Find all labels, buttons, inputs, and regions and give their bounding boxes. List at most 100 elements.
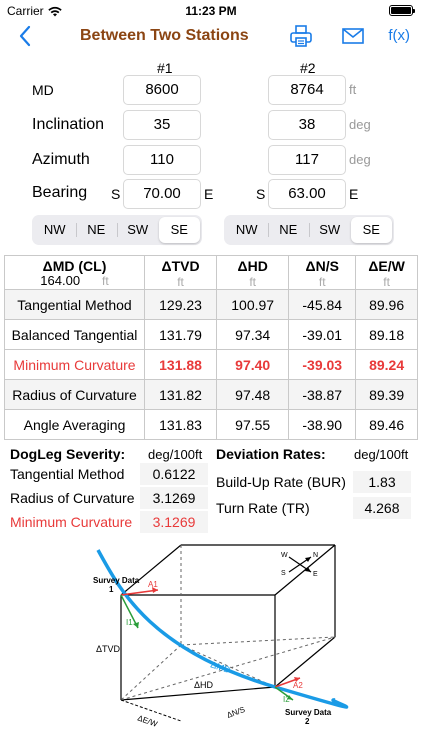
header-hd-unit: ft: [249, 275, 257, 289]
survey1-label: Survey Data: [93, 576, 140, 585]
quadrant2-se[interactable]: SE: [350, 217, 392, 243]
row-tvd: 129.23: [143, 289, 218, 320]
results-table: ΔMD (CL) 164.00 ft ΔTVD ft ΔHD ft ΔN/S ft ΔE…: [4, 255, 418, 440]
row-method-name: Radius of Curvature: [4, 379, 145, 410]
compass-w: W: [281, 552, 288, 559]
table-row: Angle Averaging 131.83 97.55 -38.90 89.4…: [4, 409, 418, 440]
row-ns: -39.01: [288, 319, 357, 350]
bearing1-suffix: E: [204, 186, 214, 202]
azimuth-station2-input[interactable]: 117: [268, 145, 346, 175]
quadrant1-nw[interactable]: NW: [34, 217, 76, 243]
header-tvd: ΔTVD ft: [143, 255, 218, 290]
row-tvd: 131.79: [143, 319, 218, 350]
survey1-number: 1: [109, 585, 114, 594]
quadrant2-sw[interactable]: SW: [309, 217, 351, 243]
deviation-unit: deg/100ft: [354, 447, 409, 462]
ns-label: ΔN/S: [226, 705, 247, 720]
md-label-diagram: ΔMD: [209, 659, 232, 675]
dogleg-tangential-value: 0.6122: [140, 463, 208, 485]
row-hd: 97.48: [216, 379, 290, 410]
wellbore-diagram: Survey Data 1 A1 I1 ΔTVD ΔMD ΔHD A2 I2 S…: [93, 544, 349, 729]
row-ns: -38.90: [288, 409, 357, 440]
dogleg-radius-label: Radius of Curvature: [10, 490, 135, 506]
battery-icon: [389, 5, 415, 16]
header-ns-unit: ft: [318, 275, 326, 289]
results-header-row: ΔMD (CL) 164.00 ft ΔTVD ft ΔHD ft ΔN/S ft ΔE…: [4, 255, 418, 290]
row-ew: 89.96: [355, 289, 418, 320]
print-icon[interactable]: [288, 24, 314, 48]
status-bar: Carrier 11:23 PM: [0, 0, 422, 22]
bearing1-prefix: S: [111, 186, 121, 202]
row-hd: 97.40: [216, 349, 290, 380]
row-method-name: Angle Averaging: [4, 409, 145, 440]
i2-label: I2: [283, 695, 290, 704]
survey2-label: Survey Data: [285, 708, 332, 717]
bearing2-prefix: S: [256, 186, 266, 202]
nav-bar: Between Two Stations f(x): [0, 22, 422, 52]
md-station2-input[interactable]: 8764: [268, 75, 346, 105]
row-ns: -38.87: [288, 379, 357, 410]
turn-rate-value: 4.268: [353, 497, 411, 519]
quadrant1-sw[interactable]: SW: [117, 217, 159, 243]
row-method-name: Balanced Tangential: [4, 319, 145, 350]
status-time: 11:23 PM: [185, 4, 237, 18]
bearing2-suffix: E: [349, 186, 359, 202]
row-tvd: 131.82: [143, 379, 218, 410]
quadrant-selector-station2: NW NE SW SE: [224, 215, 394, 245]
row-tvd: 131.83: [143, 409, 218, 440]
md-label: MD: [32, 82, 54, 98]
inclination-station2-input[interactable]: 38: [268, 110, 346, 140]
header-ns: ΔN/S ft: [288, 255, 357, 290]
header-md-cl-value-wrap: 164.00 ft: [5, 273, 144, 289]
compass-e: E: [313, 571, 318, 578]
header-ns-label: ΔN/S: [305, 258, 339, 274]
table-row: Tangential Method 129.23 100.97 -45.84 8…: [4, 289, 418, 320]
station2-heading: #2: [300, 60, 316, 76]
wellbore-curve: [96, 549, 349, 709]
table-row: Balanced Tangential 131.79 97.34 -39.01 …: [4, 319, 418, 350]
header-ew-label: ΔE/W: [368, 258, 405, 274]
azimuth-station1-input[interactable]: 110: [123, 145, 201, 175]
tvd-label: ΔTVD: [96, 644, 121, 654]
header-ew-unit: ft: [383, 275, 390, 289]
bur-label: Build-Up Rate (BUR): [216, 474, 346, 490]
md-station1-input[interactable]: 8600: [123, 75, 201, 105]
header-ew: ΔE/W ft: [355, 255, 418, 290]
row-ew: 89.39: [355, 379, 418, 410]
nav-title: Between Two Stations: [80, 27, 249, 44]
i1-label: I1: [126, 618, 133, 627]
azimuth-label: Azimuth: [32, 151, 90, 168]
deviation-title: Deviation Rates:: [216, 446, 326, 462]
row-ew: 89.24: [355, 349, 418, 380]
quadrant2-ne[interactable]: NE: [267, 217, 310, 243]
row-ew: 89.18: [355, 319, 418, 350]
row-ns: -45.84: [288, 289, 357, 320]
header-md-cl-value: 164.00: [40, 273, 81, 288]
header-tvd-label: ΔTVD: [161, 258, 200, 274]
inclination-unit: deg: [349, 117, 371, 132]
dogleg-radius-value: 3.1269: [140, 487, 208, 509]
formula-button[interactable]: f(x): [388, 27, 410, 44]
dogleg-tangential-label: Tangential Method: [10, 466, 125, 482]
row-hd: 97.55: [216, 409, 290, 440]
dogleg-minimum-value: 3.1269: [140, 511, 208, 533]
back-chevron-icon[interactable]: [16, 24, 36, 48]
header-tvd-unit: ft: [177, 275, 184, 289]
mail-icon[interactable]: [340, 24, 366, 48]
table-row-highlighted: Minimum Curvature 131.88 97.40 -39.03 89…: [4, 349, 418, 380]
compass-s: S: [281, 570, 286, 577]
bearing-station1-input[interactable]: 70.00: [123, 179, 201, 209]
bearing-station2-input[interactable]: 63.00: [268, 179, 346, 209]
inclination-station1-input[interactable]: 35: [123, 110, 201, 140]
hd-label: ΔHD: [194, 680, 214, 690]
bearing-label: Bearing: [32, 184, 88, 201]
quadrant2-nw[interactable]: NW: [226, 217, 268, 243]
quadrant1-se[interactable]: SE: [158, 217, 200, 243]
dogleg-minimum-label: Minimum Curvature: [10, 514, 133, 530]
compass-n: N: [313, 552, 318, 559]
quadrant1-ne[interactable]: NE: [75, 217, 118, 243]
ew-label: ΔE/W: [136, 713, 159, 729]
header-hd-label: ΔHD: [237, 258, 268, 274]
row-ew: 89.46: [355, 409, 418, 440]
row-hd: 97.34: [216, 319, 290, 350]
